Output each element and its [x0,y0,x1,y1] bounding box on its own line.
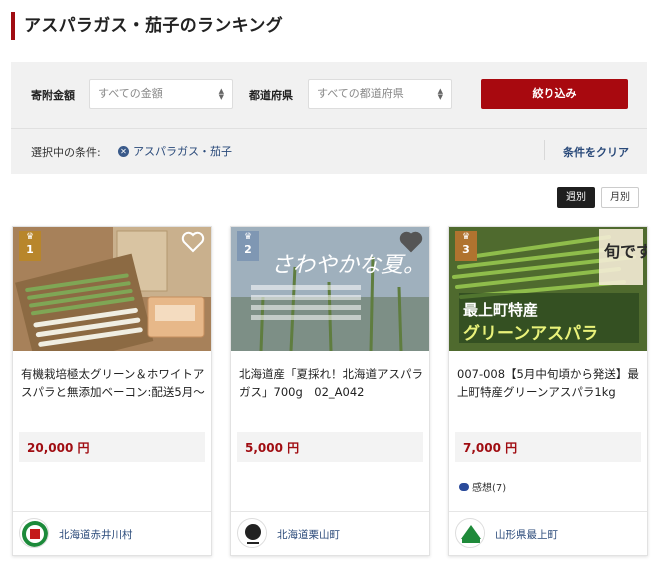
product-price: 20,000 円 [27,441,90,455]
product-title[interactable]: 有機栽培極太グリーン＆ホワイトアスパラと無添加ベーコン:配送5月〜 [21,365,205,401]
product-card[interactable]: さわやかな夏。 ♛ 2 北海道産「夏採れ！北海道アスパラガス」700g 02_A… [230,226,430,556]
crown-icon: ♛ [25,232,35,242]
prefecture-select[interactable]: すべての都道府県 ▲ ▼ [308,79,452,109]
product-card[interactable]: ♛ 1 有機栽培極太グリーン＆ホワイトアスパラと無添加ベーコン:配送5月〜 20… [12,226,212,556]
card-footer[interactable]: 北海道赤井川村 [13,511,211,555]
amount-label: 寄附金額 [31,89,75,102]
review-count: 感想(7) [472,483,507,494]
rank-badge: ♛ 2 [237,231,259,261]
rank-number: 1 [26,243,34,256]
municipality-logo [455,518,485,548]
card-footer[interactable]: 山形県最上町 [449,511,647,555]
image-stamp: 旬です！ [603,242,647,261]
prefecture-select-value: すべての都道府県 [317,87,404,100]
tab-weekly[interactable]: 週別 [557,187,595,208]
favorite-heart-icon[interactable] [181,231,205,253]
image-banner-line1: 最上町特産 [463,301,538,319]
price-box: 7,000 円 [455,432,641,462]
amount-select-value: すべての金額 [98,87,163,100]
separator [544,140,545,160]
select-arrows-icon: ▲ ▼ [218,87,224,101]
crown-icon: ♛ [243,232,253,242]
municipality-logo [237,518,267,548]
tab-monthly[interactable]: 月別 [601,187,639,208]
filter-panel: 寄附金額 すべての金額 ▲ ▼ 都道府県 すべての都道府県 ▲ ▼ 絞り込み 選択中… [11,62,647,174]
municipality-logo [19,518,49,548]
product-card[interactable]: 最上町特産 グリーンアスパラ 旬です！ ♛ 3 007-008【5月中旬頃から発… [448,226,648,556]
price-box: 5,000 円 [237,432,423,462]
divider [11,128,647,129]
municipality-name[interactable]: 北海道赤井川村 [59,527,133,542]
image-banner-line2: グリーンアスパラ [463,323,598,344]
rank-badge: ♛ 3 [455,231,477,261]
product-title[interactable]: 北海道産「夏採れ！北海道アスパラガス」700g 02_A042 [239,365,423,401]
card-footer[interactable]: 北海道栗山町 [231,511,429,555]
favorite-heart-icon[interactable] [399,231,423,253]
crown-icon: ♛ [461,232,471,242]
clear-conditions-link[interactable]: 条件をクリア [563,144,629,160]
price-box: 20,000 円 [19,432,205,462]
product-image[interactable]: さわやかな夏。 ♛ 2 [231,227,429,351]
rank-number: 2 [244,243,252,256]
product-photo: 最上町特産 グリーンアスパラ 旬です！ [449,227,647,351]
product-price: 5,000 円 [245,441,300,455]
condition-chip-label: アスパラガス・茄子 [133,145,232,158]
product-title[interactable]: 007-008【5月中旬頃から発送】最上町特産グリーンアスパラ1kg [457,365,641,401]
rank-badge: ♛ 1 [19,231,41,261]
period-tabs: 週別 月別 [557,187,639,208]
review-link[interactable]: 感想(7) [459,479,506,494]
municipality-name[interactable]: 北海道栗山町 [277,527,340,542]
image-headline: さわやかな夏。 [271,253,425,278]
condition-chip[interactable]: ✕ アスパラガス・茄子 [118,143,232,159]
product-price: 7,000 円 [463,441,518,455]
municipality-name[interactable]: 山形県最上町 [495,527,558,542]
amount-select[interactable]: すべての金額 ▲ ▼ [89,79,233,109]
select-arrows-icon: ▲ ▼ [437,87,443,101]
filter-row: 寄附金額 すべての金額 ▲ ▼ 都道府県 すべての都道府県 ▲ ▼ 絞り込み [11,79,647,109]
comment-bubble-icon [459,482,469,491]
page-title: アスパラガス・茄子のランキング [11,12,283,40]
filter-submit-button[interactable]: 絞り込み [481,79,628,109]
product-image[interactable]: ♛ 1 [13,227,211,351]
selected-conditions: 選択中の条件: ✕ アスパラガス・茄子 条件をクリア [11,138,647,166]
rank-number: 3 [462,243,470,256]
product-image[interactable]: 最上町特産 グリーンアスパラ 旬です！ ♛ 3 [449,227,647,351]
conditions-label: 選択中の条件: [31,146,101,159]
prefecture-label: 都道府県 [249,89,293,102]
remove-icon[interactable]: ✕ [118,145,129,157]
